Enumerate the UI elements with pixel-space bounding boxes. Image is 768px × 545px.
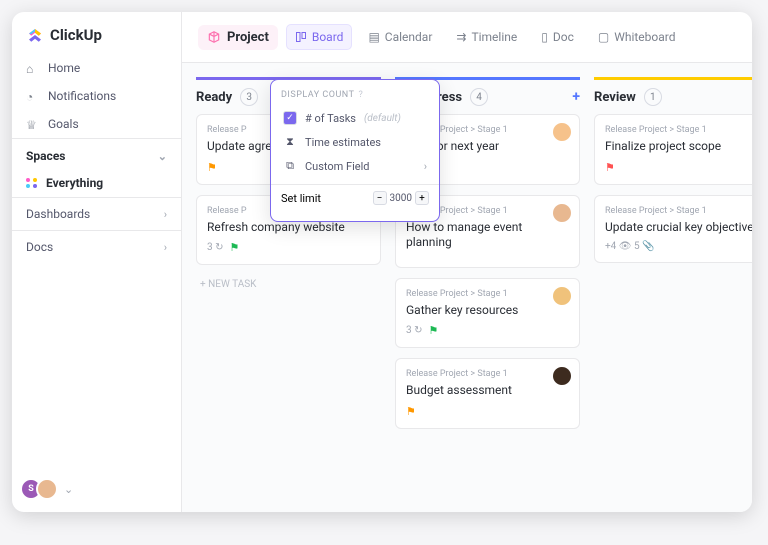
flag-icon: ⚑ — [428, 324, 438, 337]
help-icon[interactable]: ? — [358, 90, 363, 100]
add-card-button[interactable]: + — [572, 89, 580, 105]
column-count: 1 — [644, 88, 662, 106]
task-card[interactable]: Release Project > Stage 1 Gather key reso… — [395, 278, 580, 349]
limit-stepper[interactable]: −3000+ — [373, 191, 429, 205]
chevron-right-icon: › — [424, 160, 427, 173]
nav-home[interactable]: ⌂Home — [12, 54, 181, 82]
card-meta: 3 ↻ — [207, 242, 223, 253]
chevron-down-icon: ⌄ — [64, 483, 73, 496]
flag-icon: ⚑ — [229, 241, 239, 254]
flag-icon: ⚑ — [605, 161, 615, 174]
card-meta: +4 👁 5 📎 — [605, 241, 655, 252]
column-header[interactable]: Review1+ — [594, 77, 752, 114]
main-area: Project Board ▤Calendar ⇉Timeline ▯Doc ▢… — [182, 12, 752, 512]
popup-option[interactable]: ⧉Custom Field› — [281, 154, 429, 178]
column-title: Ready — [196, 90, 232, 105]
flag-icon: ⚑ — [406, 405, 416, 418]
card-title: Update crucial key objectives — [605, 220, 752, 236]
new-task-button[interactable]: + NEW TASK — [196, 275, 381, 294]
external-icon: ⧉ — [283, 159, 297, 173]
view-doc[interactable]: ▯Doc — [533, 25, 582, 49]
chevron-right-icon: › — [164, 241, 167, 254]
bell-icon: ◔ — [26, 90, 40, 102]
display-count-popup: DISPLAY COUNT ? ✓# of Tasks (default)⧗Tim… — [270, 79, 440, 222]
spaces-header[interactable]: Spaces⌄ — [12, 138, 181, 169]
sidebar: ClickUp ⌂Home ◔Notifications ♕Goals Spac… — [12, 12, 182, 512]
nav-notifications[interactable]: ◔Notifications — [12, 82, 181, 110]
assignee-avatar[interactable] — [553, 204, 571, 222]
task-card[interactable]: Release Project > Stage 1 Update crucial … — [594, 195, 752, 264]
view-calendar[interactable]: ▤Calendar — [360, 25, 440, 49]
nav-goals[interactable]: ♕Goals — [12, 110, 181, 138]
user-avatars[interactable]: S ⌄ — [12, 466, 181, 512]
hourglass-icon: ⧗ — [283, 135, 297, 149]
grid-dots-icon — [26, 178, 38, 188]
popup-option[interactable]: ⧗Time estimates — [281, 130, 429, 154]
popup-title: DISPLAY COUNT ? — [281, 90, 429, 100]
card-meta: 3 ↻ — [406, 325, 422, 336]
sidebar-everything[interactable]: Everything — [12, 169, 181, 197]
card-breadcrumb: Release Project > Stage 1 — [406, 289, 569, 299]
sidebar-docs[interactable]: Docs› — [12, 230, 181, 263]
brand-logo: ClickUp — [12, 12, 181, 54]
topbar: Project Board ▤Calendar ⇉Timeline ▯Doc ▢… — [182, 12, 752, 63]
cube-icon — [207, 30, 221, 44]
column-count: 3 — [240, 88, 258, 106]
card-title: Budget assessment — [406, 383, 569, 399]
avatar[interactable] — [36, 478, 58, 500]
kanban-board: Ready3+Release PUpdate agreem⚑Release PR… — [182, 63, 752, 512]
calendar-icon: ▤ — [368, 30, 379, 44]
view-whiteboard[interactable]: ▢Whiteboard — [590, 25, 684, 49]
clickup-logo-icon — [26, 26, 44, 44]
trophy-icon: ♕ — [26, 118, 40, 130]
column-ready: Ready3+Release PUpdate agreem⚑Release PR… — [196, 77, 381, 498]
increment-button[interactable]: + — [415, 191, 429, 205]
view-board[interactable]: Board — [286, 24, 353, 50]
limit-value: 3000 — [390, 193, 412, 204]
assignee-avatar[interactable] — [553, 123, 571, 141]
whiteboard-icon: ▢ — [598, 30, 609, 44]
card-title: Gather key resources — [406, 303, 569, 319]
column-count: 4 — [470, 88, 488, 106]
card-breadcrumb: Release Project > Stage 1 — [605, 206, 752, 216]
timeline-icon: ⇉ — [456, 30, 466, 44]
task-card[interactable]: Release Project > Stage 1 Budget assessme… — [395, 358, 580, 429]
popup-option[interactable]: ✓# of Tasks (default) — [281, 106, 429, 130]
doc-icon: ▯ — [541, 30, 548, 44]
checkbox-icon: ✓ — [283, 111, 297, 125]
set-limit-label: Set limit — [281, 192, 321, 205]
sidebar-dashboards[interactable]: Dashboards› — [12, 197, 181, 230]
card-title: Finalize project scope — [605, 139, 752, 155]
column-review: Review1+Release Project > Stage 1Finaliz… — [594, 77, 752, 498]
board-icon — [295, 31, 307, 43]
card-title: How to manage event planning — [406, 220, 569, 251]
card-breadcrumb: Release Project > Stage 1 — [605, 125, 752, 135]
brand-name: ClickUp — [50, 26, 102, 44]
assignee-avatar[interactable] — [553, 287, 571, 305]
card-breadcrumb: Release Project > Stage 1 — [406, 369, 569, 379]
chevron-right-icon: › — [164, 208, 167, 221]
flag-icon: ⚑ — [207, 161, 217, 174]
home-icon: ⌂ — [26, 62, 40, 74]
column-title: Review — [594, 90, 636, 105]
view-timeline[interactable]: ⇉Timeline — [448, 25, 525, 49]
task-card[interactable]: Release Project > Stage 1 Finalize projec… — [594, 114, 752, 185]
chevron-down-icon: ⌄ — [158, 150, 167, 163]
decrement-button[interactable]: − — [373, 191, 387, 205]
project-pill[interactable]: Project — [198, 25, 278, 50]
